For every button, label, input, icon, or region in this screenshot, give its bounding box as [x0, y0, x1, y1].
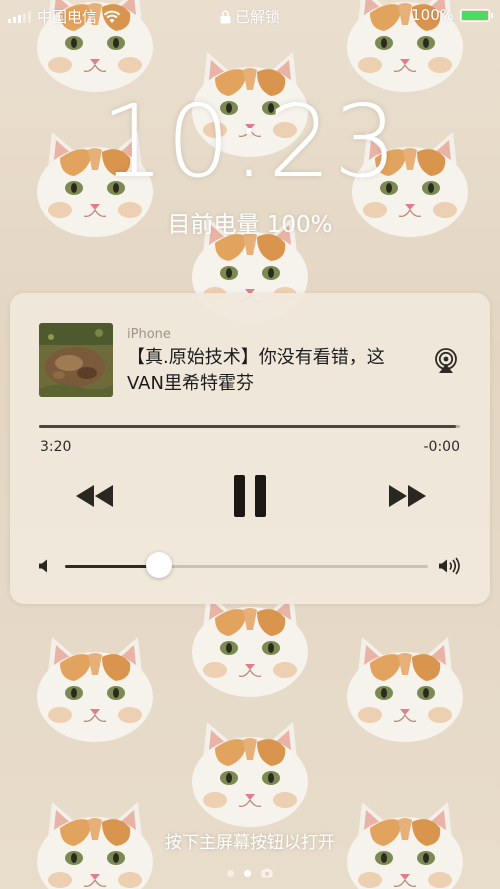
- cat-face-image: [191, 721, 309, 828]
- unlock-hint-text: 按下主屏幕按钮以打开: [165, 833, 335, 853]
- time-remaining: -0:00: [423, 439, 461, 455]
- cat-face-image: [191, 591, 309, 698]
- volume-slider-thumb[interactable]: [146, 552, 173, 578]
- cat-face-image: [346, 636, 464, 743]
- page-indicator[interactable]: [0, 868, 500, 878]
- volume-high-icon: [439, 557, 460, 575]
- fast-forward-button[interactable]: [384, 478, 432, 514]
- lock-screen-clock: 10:23: [100, 83, 400, 200]
- charging-status-text: 目前电量 100%: [167, 212, 333, 238]
- volume-low-icon: [39, 559, 47, 573]
- pause-icon: [234, 475, 266, 517]
- album-artwork[interactable]: [39, 323, 113, 397]
- page-dot: [227, 869, 234, 877]
- playback-progress-bar[interactable]: [39, 425, 460, 428]
- status-right: 100%: [411, 6, 493, 24]
- lock-status-label: 已解锁: [234, 8, 280, 26]
- playback-progress-fill: [39, 425, 456, 428]
- fast-forward-icon: [389, 485, 426, 507]
- rewind-icon: [76, 485, 113, 507]
- volume-slider[interactable]: [65, 565, 428, 568]
- cat-face-image: [36, 636, 154, 743]
- status-bar: 中国电信 已解锁 100%: [0, 0, 500, 30]
- song-title[interactable]: 【真.原始技术】你没有看错，这 VAN里希特霍芬: [127, 345, 427, 397]
- playback-source-label: iPhone: [127, 327, 171, 342]
- song-title-line2: VAN里希特霍芬: [127, 373, 254, 394]
- camera-icon: [261, 868, 273, 878]
- time-elapsed: 3:20: [40, 439, 72, 455]
- battery-level-fill: [462, 10, 488, 20]
- now-playing-widget: iPhone 【真.原始技术】你没有看错，这 VAN里希特霍芬 3:20 -0:…: [10, 293, 490, 604]
- song-title-line1: 【真.原始技术】你没有看错，这: [127, 347, 385, 368]
- rewind-button[interactable]: [70, 478, 118, 514]
- airplay-icon[interactable]: [433, 348, 459, 374]
- page-dot-active: [244, 869, 251, 877]
- volume-slider-fill: [65, 565, 160, 568]
- pause-button[interactable]: [230, 473, 270, 519]
- lock-open-icon: [220, 10, 231, 23]
- battery-icon: [460, 8, 493, 22]
- battery-percent: 100%: [411, 6, 454, 24]
